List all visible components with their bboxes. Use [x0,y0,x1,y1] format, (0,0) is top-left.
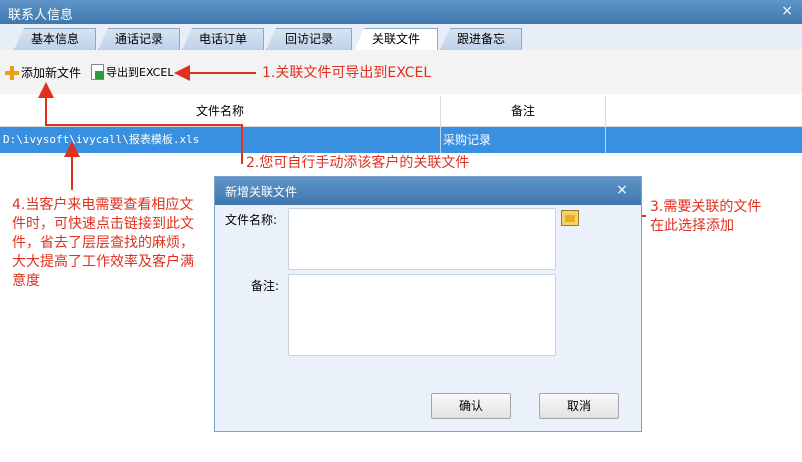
dialog-close-icon[interactable]: × [611,179,633,201]
add-file-button[interactable]: 添加新文件 [5,64,81,81]
table-row[interactable]: D:\ivysoft\ivycall\报表模板.xls 采购记录 [0,127,802,153]
window-titlebar: 联系人信息 × [0,0,802,24]
annotation-2: 2.您可自行手动添该客户的关联文件 [246,155,470,171]
annotation-4: 4.当客户来电需要查看相应文件时，可快速点击链接到此文件，省去了层层查找的麻烦，… [12,197,194,289]
add-file-label: 添加新文件 [21,66,82,80]
tab-strip: 基本信息 通话记录 电话订单 回访记录 关联文件 跟进备忘 [0,24,802,51]
column-header-filename[interactable]: 文件名称 [0,96,441,126]
window-close-icon[interactable]: × [781,3,793,19]
annotation-1: 1.关联文件可导出到EXCEL [262,65,432,81]
dialog-titlebar: 新增关联文件 × [215,177,641,205]
cancel-button[interactable]: 取消 [539,393,619,419]
grid-header: 文件名称 备注 [0,96,802,127]
export-excel-button[interactable]: 导出到EXCEL [90,64,173,80]
note-field[interactable] [288,274,556,356]
tab-followup-memo[interactable]: 跟进备忘 [440,28,522,50]
tab-basic-info[interactable]: 基本信息 [14,28,96,50]
tab-call-records[interactable]: 通话记录 [98,28,180,50]
folder-browse-icon[interactable] [561,210,579,226]
column-header-note[interactable]: 备注 [441,96,606,126]
excel-export-icon [90,64,104,80]
new-related-file-dialog: 新增关联文件 × 文件名称: 备注: 确认 取消 [214,176,642,432]
confirm-button[interactable]: 确认 [431,393,511,419]
tab-followup-visits[interactable]: 回访记录 [266,28,352,50]
window-title: 联系人信息 [8,8,74,23]
note-label: 备注: [251,279,280,293]
file-name-label: 文件名称: [225,213,278,227]
tab-related-files[interactable]: 关联文件 [354,28,438,51]
tab-phone-orders[interactable]: 电话订单 [182,28,264,50]
plus-icon [5,65,19,80]
file-path-cell[interactable]: D:\ivysoft\ivycall\报表模板.xls [3,127,439,153]
dialog-title: 新增关联文件 [225,185,298,199]
file-name-field[interactable] [288,208,556,270]
annotation-3: 3.需要关联的文件在此选择添加 [650,199,762,234]
export-excel-label: 导出到EXCEL [106,66,174,79]
note-cell[interactable]: 采购记录 [443,127,603,153]
